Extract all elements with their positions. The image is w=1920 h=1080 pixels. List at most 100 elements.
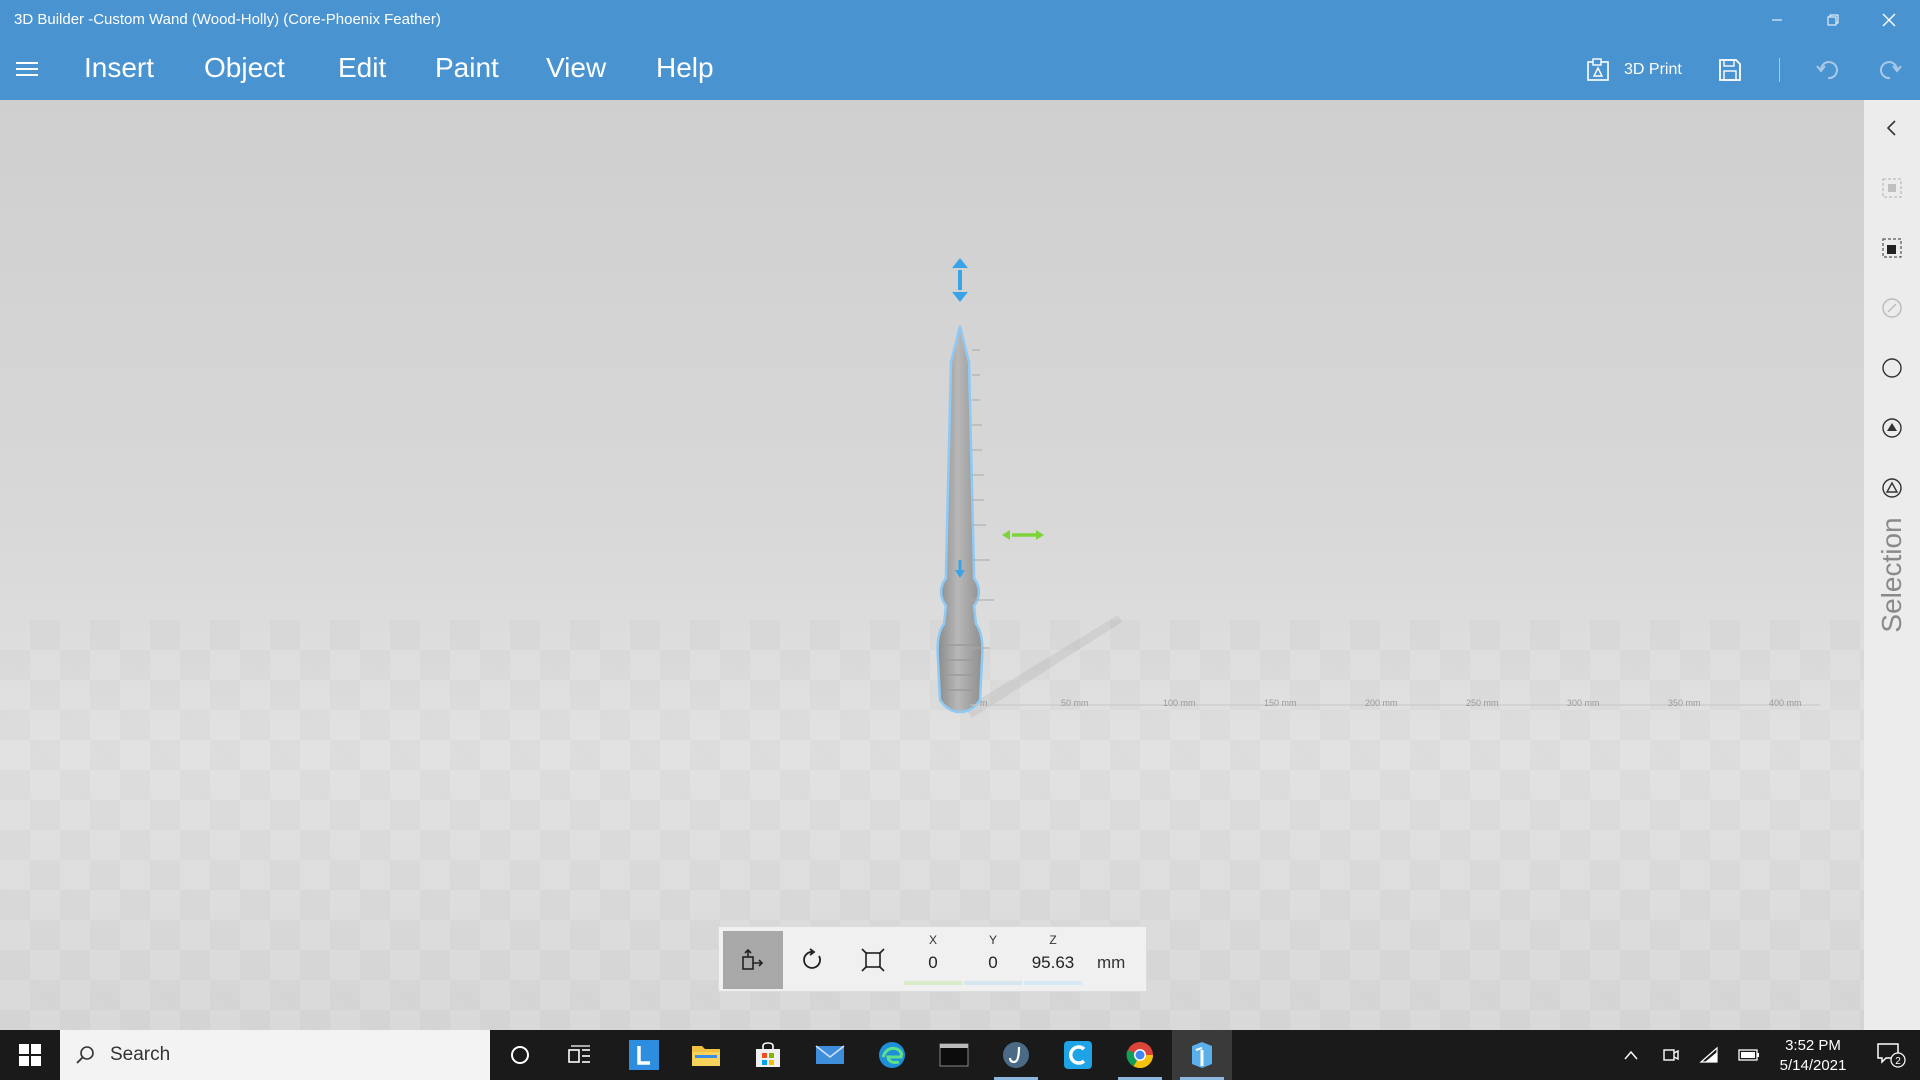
hamburger-menu-icon[interactable] <box>14 58 40 82</box>
scene: m 50 mm 100 mm 150 mm 200 mm 250 mm 300 … <box>936 258 1820 718</box>
rotate-tool-button[interactable] <box>783 931 843 989</box>
taskbar-clock[interactable]: 3:52 PM 5/14/2021 <box>1768 1036 1858 1076</box>
network-button[interactable] <box>1694 1030 1724 1080</box>
paint-icon[interactable] <box>1880 416 1904 440</box>
store-bag-icon <box>756 1042 780 1067</box>
horizontal-move-arrow[interactable] <box>1002 530 1044 540</box>
windows-logo-icon <box>19 1044 41 1066</box>
menu-edit[interactable]: Edit <box>338 52 386 84</box>
z-value[interactable]: 95.63 <box>1024 953 1082 973</box>
z-coordinate-field[interactable]: Z 95.63 <box>1024 933 1082 985</box>
restore-button[interactable] <box>1805 0 1861 40</box>
taskbar-app-j[interactable] <box>986 1030 1046 1080</box>
menu-paint[interactable]: Paint <box>435 52 499 84</box>
edit-icon[interactable] <box>1880 296 1904 320</box>
battery-button[interactable] <box>1734 1030 1764 1080</box>
window-title: 3D Builder -Custom Wand (Wood-Holly) (Co… <box>14 11 441 28</box>
notification-icon: 2 <box>1877 1043 1906 1068</box>
selection-label: Selection <box>1876 517 1907 633</box>
menu-help[interactable]: Help <box>656 52 714 84</box>
chevron-up-icon <box>1624 1050 1638 1060</box>
3d-viewport[interactable]: m 50 mm 100 mm 150 mm 200 mm 250 mm 300 … <box>0 100 1864 1030</box>
terminal-icon <box>939 1043 969 1067</box>
x-coordinate-field[interactable]: X 0 <box>904 933 962 985</box>
transform-panel: X 0 Y 0 Z 95.63 mm <box>718 926 1147 992</box>
restore-icon <box>1827 14 1839 26</box>
ruler-tick: m <box>980 698 988 708</box>
minimize-button[interactable] <box>1749 0 1805 40</box>
3d-print-label: 3D Print <box>1624 61 1682 78</box>
toolbar-divider <box>1779 58 1780 82</box>
taskbar-mail[interactable] <box>800 1030 860 1080</box>
y-value[interactable]: 0 <box>964 953 1022 973</box>
cortana-button[interactable] <box>490 1030 550 1080</box>
3d-builder-icon <box>1192 1042 1212 1068</box>
collapse-chevron-icon[interactable] <box>1880 116 1904 140</box>
y-axis-bar <box>964 981 1022 985</box>
circle-select-icon[interactable] <box>1880 356 1904 380</box>
show-hidden-icons-button[interactable] <box>1616 1030 1646 1080</box>
select-face-icon[interactable] <box>1880 236 1904 260</box>
action-center-button[interactable]: 2 <box>1866 1030 1916 1080</box>
undo-button[interactable] <box>1812 54 1844 86</box>
mail-icon <box>815 1045 845 1064</box>
l-app-icon <box>629 1040 659 1070</box>
taskbar-app-c[interactable] <box>1048 1030 1108 1080</box>
camera-icon <box>1663 1049 1679 1061</box>
c-app-icon <box>1064 1041 1092 1069</box>
ground-ruler: m 50 mm 100 mm 150 mm 200 mm 250 mm 300 … <box>980 698 1802 708</box>
vertical-move-arrow[interactable] <box>952 258 968 302</box>
taskbar-chrome[interactable] <box>1110 1030 1170 1080</box>
close-icon <box>1882 13 1896 27</box>
chrome-browser-icon <box>1126 1042 1154 1069</box>
title-bar: 3D Builder -Custom Wand (Wood-Holly) (Co… <box>0 0 1920 40</box>
taskbar-app-l[interactable] <box>614 1030 674 1080</box>
taskbar-file-explorer[interactable] <box>676 1030 736 1080</box>
menu-view[interactable]: View <box>546 52 606 84</box>
z-label: Z <box>1049 933 1057 947</box>
redo-button[interactable] <box>1874 54 1906 86</box>
ruler-tick: 150 mm <box>1264 698 1297 708</box>
x-value[interactable]: 0 <box>904 953 962 973</box>
edge-browser-icon <box>879 1042 905 1068</box>
scale-icon <box>861 948 885 972</box>
ruler-tick: 250 mm <box>1466 698 1499 708</box>
clock-date: 5/14/2021 <box>1779 1057 1847 1074</box>
ruler-tick: 100 mm <box>1163 698 1196 708</box>
close-button[interactable] <box>1861 0 1917 40</box>
taskbar-edge[interactable] <box>862 1030 922 1080</box>
meet-now-button[interactable] <box>1656 1030 1686 1080</box>
x-axis-bar <box>904 981 962 985</box>
move-icon <box>742 948 764 970</box>
scale-tool-button[interactable] <box>843 931 903 989</box>
start-button[interactable] <box>0 1030 60 1080</box>
wand-model[interactable] <box>936 325 984 714</box>
folder-icon <box>692 1046 720 1066</box>
x-label: X <box>928 933 937 947</box>
task-view-button[interactable] <box>550 1030 610 1080</box>
z-axis-bar <box>1024 981 1082 985</box>
taskbar-search-box[interactable]: Search <box>60 1030 490 1080</box>
taskbar-3d-builder[interactable] <box>1172 1030 1232 1080</box>
unit-selector[interactable]: mm <box>1097 953 1125 973</box>
menu-insert[interactable]: Insert <box>84 52 154 84</box>
select-object-icon[interactable] <box>1880 176 1904 200</box>
ruler-tick: 350 mm <box>1668 698 1701 708</box>
y-coordinate-field[interactable]: Y 0 <box>964 933 1022 985</box>
ruler-tick: 50 mm <box>1061 698 1089 708</box>
minimize-icon <box>1772 19 1782 21</box>
y-label: Y <box>988 933 997 947</box>
save-button[interactable] <box>1714 54 1746 86</box>
taskbar-store[interactable] <box>738 1030 798 1080</box>
3d-print-icon <box>1587 58 1609 81</box>
undo-icon <box>1816 61 1838 80</box>
menu-object[interactable]: Object <box>204 52 285 84</box>
clock-time: 3:52 PM <box>1785 1037 1841 1054</box>
taskbar: Search 3:52 PM 5/14/2021 2 <box>0 1030 1920 1080</box>
move-tool-button[interactable] <box>723 931 783 989</box>
taskbar-terminal[interactable] <box>924 1030 984 1080</box>
3d-print-button[interactable]: 3D Print <box>1586 54 1682 86</box>
right-sidebar: Selection <box>1864 100 1920 1030</box>
search-placeholder: Search <box>110 1044 171 1065</box>
triangle-select-icon[interactable] <box>1880 476 1904 500</box>
